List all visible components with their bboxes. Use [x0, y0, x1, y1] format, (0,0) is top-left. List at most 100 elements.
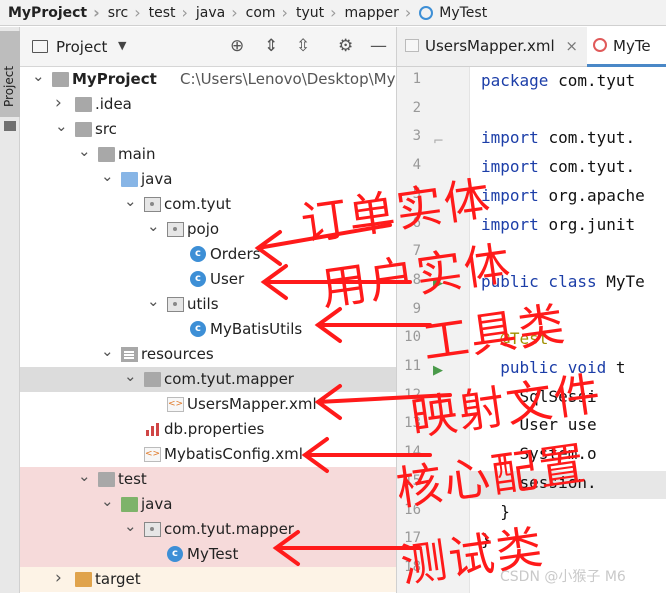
code-line: package com.tyut: [481, 71, 635, 90]
expand-all-icon[interactable]: ⇕: [264, 36, 278, 56]
run-icon[interactable]: ▶: [433, 363, 443, 378]
fold-marker-icon[interactable]: ⌐: [433, 134, 444, 149]
line-number-gutter: 1 2 3 4 5 6 7 8 9 10 11 12 13 14 15 16 17 18 ⌐ ▶ ▶: [396, 67, 470, 593]
chevron-down-icon[interactable]: ⌄: [147, 217, 160, 235]
tree-row[interactable]: ⌄ com.tyut.mapper: [20, 367, 396, 392]
watermark: CSDN @小猴子 M6: [500, 569, 626, 585]
project-tool-tab[interactable]: Project: [0, 31, 20, 117]
code-line: }: [481, 530, 491, 549]
tree-row[interactable]: › target: [20, 567, 396, 592]
chevron-down-icon[interactable]: ⌄: [32, 67, 45, 85]
code-line: public void t: [481, 358, 625, 377]
breadcrumb-item[interactable]: MyProject ›: [0, 3, 100, 22]
tree-row[interactable]: c Orders: [20, 242, 396, 267]
tree-row[interactable]: c MyBatisUtils: [20, 317, 396, 342]
chevron-down-icon[interactable]: ⌄: [147, 292, 160, 310]
chevron-down-icon[interactable]: ⌄: [101, 167, 114, 185]
line-number: 16: [404, 501, 421, 518]
line-number: 10: [404, 329, 421, 346]
code-editor[interactable]: package com.tyut import com.tyut. import c…: [470, 67, 666, 593]
tree-row[interactable]: ⌄ MyProject C:\Users\Lenovo\Desktop\MyPro: [20, 67, 396, 92]
tree-row[interactable]: ⌄ main: [20, 142, 396, 167]
chevron-down-icon[interactable]: ▼: [118, 39, 126, 52]
tab-usersmapper-xml[interactable]: UsersMapper.xml ×: [405, 37, 578, 55]
collapse-all-icon[interactable]: ⇳: [296, 36, 310, 56]
tree-row[interactable]: ⌄ utils: [20, 292, 396, 317]
breadcrumb-item[interactable]: mapper ›: [337, 3, 412, 22]
line-number: 8: [412, 271, 421, 288]
chevron-right-icon[interactable]: ›: [55, 93, 67, 113]
tree-item-label: MyTest: [187, 545, 239, 563]
code-token: com.tyut.: [548, 157, 636, 177]
breadcrumb-item[interactable]: MyTest: [411, 5, 487, 21]
tree-item-label: UsersMapper.xml: [187, 395, 317, 413]
tab-mytest[interactable]: MyTe: [593, 37, 651, 55]
breadcrumb-item[interactable]: com ›: [238, 3, 288, 22]
tree-row[interactable]: › .idea: [20, 92, 396, 117]
line-number: 3: [412, 128, 421, 145]
tree-item-label: pojo: [187, 220, 220, 238]
chevron-down-icon[interactable]: ⌄: [78, 142, 91, 160]
chevron-down-icon[interactable]: ⌄: [101, 492, 114, 510]
chevron-down-icon[interactable]: ⌄: [55, 117, 68, 135]
target-icon[interactable]: ⊕: [230, 36, 244, 56]
close-icon[interactable]: ×: [565, 37, 578, 55]
tree-row[interactable]: ⌄ pojo: [20, 217, 396, 242]
folder-icon: [52, 72, 69, 87]
line-number: 11: [404, 358, 421, 374]
line-number: 18: [404, 558, 421, 575]
breadcrumb-item[interactable]: tyut ›: [288, 3, 337, 22]
code-token: @Test: [481, 329, 549, 349]
tab-mytest-label: MyTe: [613, 37, 651, 55]
chevron-down-icon[interactable]: ⌄: [124, 517, 137, 535]
code-token: }: [481, 501, 510, 521]
chevron-right-icon[interactable]: ›: [55, 568, 67, 588]
code-token: User use: [481, 415, 597, 435]
tree-item-path: C:\Users\Lenovo\Desktop\MyPro: [180, 70, 396, 88]
package-icon: [144, 197, 161, 212]
chevron-down-icon[interactable]: ⌄: [124, 367, 137, 385]
tree-row[interactable]: ⌄ resources: [20, 342, 396, 367]
minus-icon[interactable]: —: [370, 36, 387, 56]
tree-row[interactable]: db.properties: [20, 417, 396, 442]
package-icon: [167, 297, 184, 312]
breadcrumb-label: mapper: [344, 4, 399, 21]
chevron-down-icon[interactable]: ⌄: [124, 192, 137, 210]
gear-icon[interactable]: ⚙: [338, 36, 353, 56]
project-panel-header: Project ▼ ⊕ ⇕ ⇳ ⚙ —: [20, 27, 396, 67]
code-line: User use: [481, 415, 597, 434]
chevron-down-icon[interactable]: ⌄: [78, 467, 91, 485]
tree-row[interactable]: ⌄ test: [20, 467, 396, 492]
breadcrumb-item[interactable]: java ›: [188, 3, 238, 22]
structure-icon[interactable]: [4, 121, 16, 131]
folder-icon: [75, 122, 92, 137]
tree-row[interactable]: ⌄ java: [20, 167, 396, 192]
breadcrumb: MyProject › src › test › java › com › tyut › mapper ›…: [0, 0, 666, 26]
tree-item-label: resources: [141, 345, 214, 363]
code-line: @Test: [481, 329, 548, 348]
code-token: System.o: [481, 444, 597, 464]
tree-row[interactable]: <> MybatisConfig.xml: [20, 442, 396, 467]
tree-row[interactable]: c MyTest: [20, 542, 396, 567]
chevron-down-icon[interactable]: ⌄: [101, 342, 114, 360]
tree-row[interactable]: <> UsersMapper.xml: [20, 392, 396, 417]
tree-row[interactable]: ⌄ com.tyut: [20, 192, 396, 217]
project-panel-title[interactable]: Project: [56, 38, 107, 56]
code-token: public class: [481, 271, 607, 291]
breadcrumb-label: com: [245, 4, 276, 21]
tree-item-label: target: [95, 570, 141, 588]
tree-row[interactable]: ⌄ src: [20, 117, 396, 142]
tree-row[interactable]: ⌄ com.tyut.mapper: [20, 517, 396, 542]
run-icon[interactable]: ▶: [433, 276, 443, 291]
code-line: public class MyTe: [481, 272, 645, 291]
line-number: 1: [412, 71, 421, 87]
code-line: import org.apache: [481, 186, 645, 205]
folder-icon: [98, 472, 115, 487]
breadcrumb-item[interactable]: test ›: [141, 3, 188, 22]
tree-row[interactable]: ⌄ java: [20, 492, 396, 517]
breadcrumb-label: MyTest: [439, 4, 488, 21]
breadcrumb-item[interactable]: src ›: [100, 3, 141, 22]
package-icon: [167, 222, 184, 237]
tree-row[interactable]: c User: [20, 267, 396, 292]
folder-icon: [144, 372, 161, 387]
